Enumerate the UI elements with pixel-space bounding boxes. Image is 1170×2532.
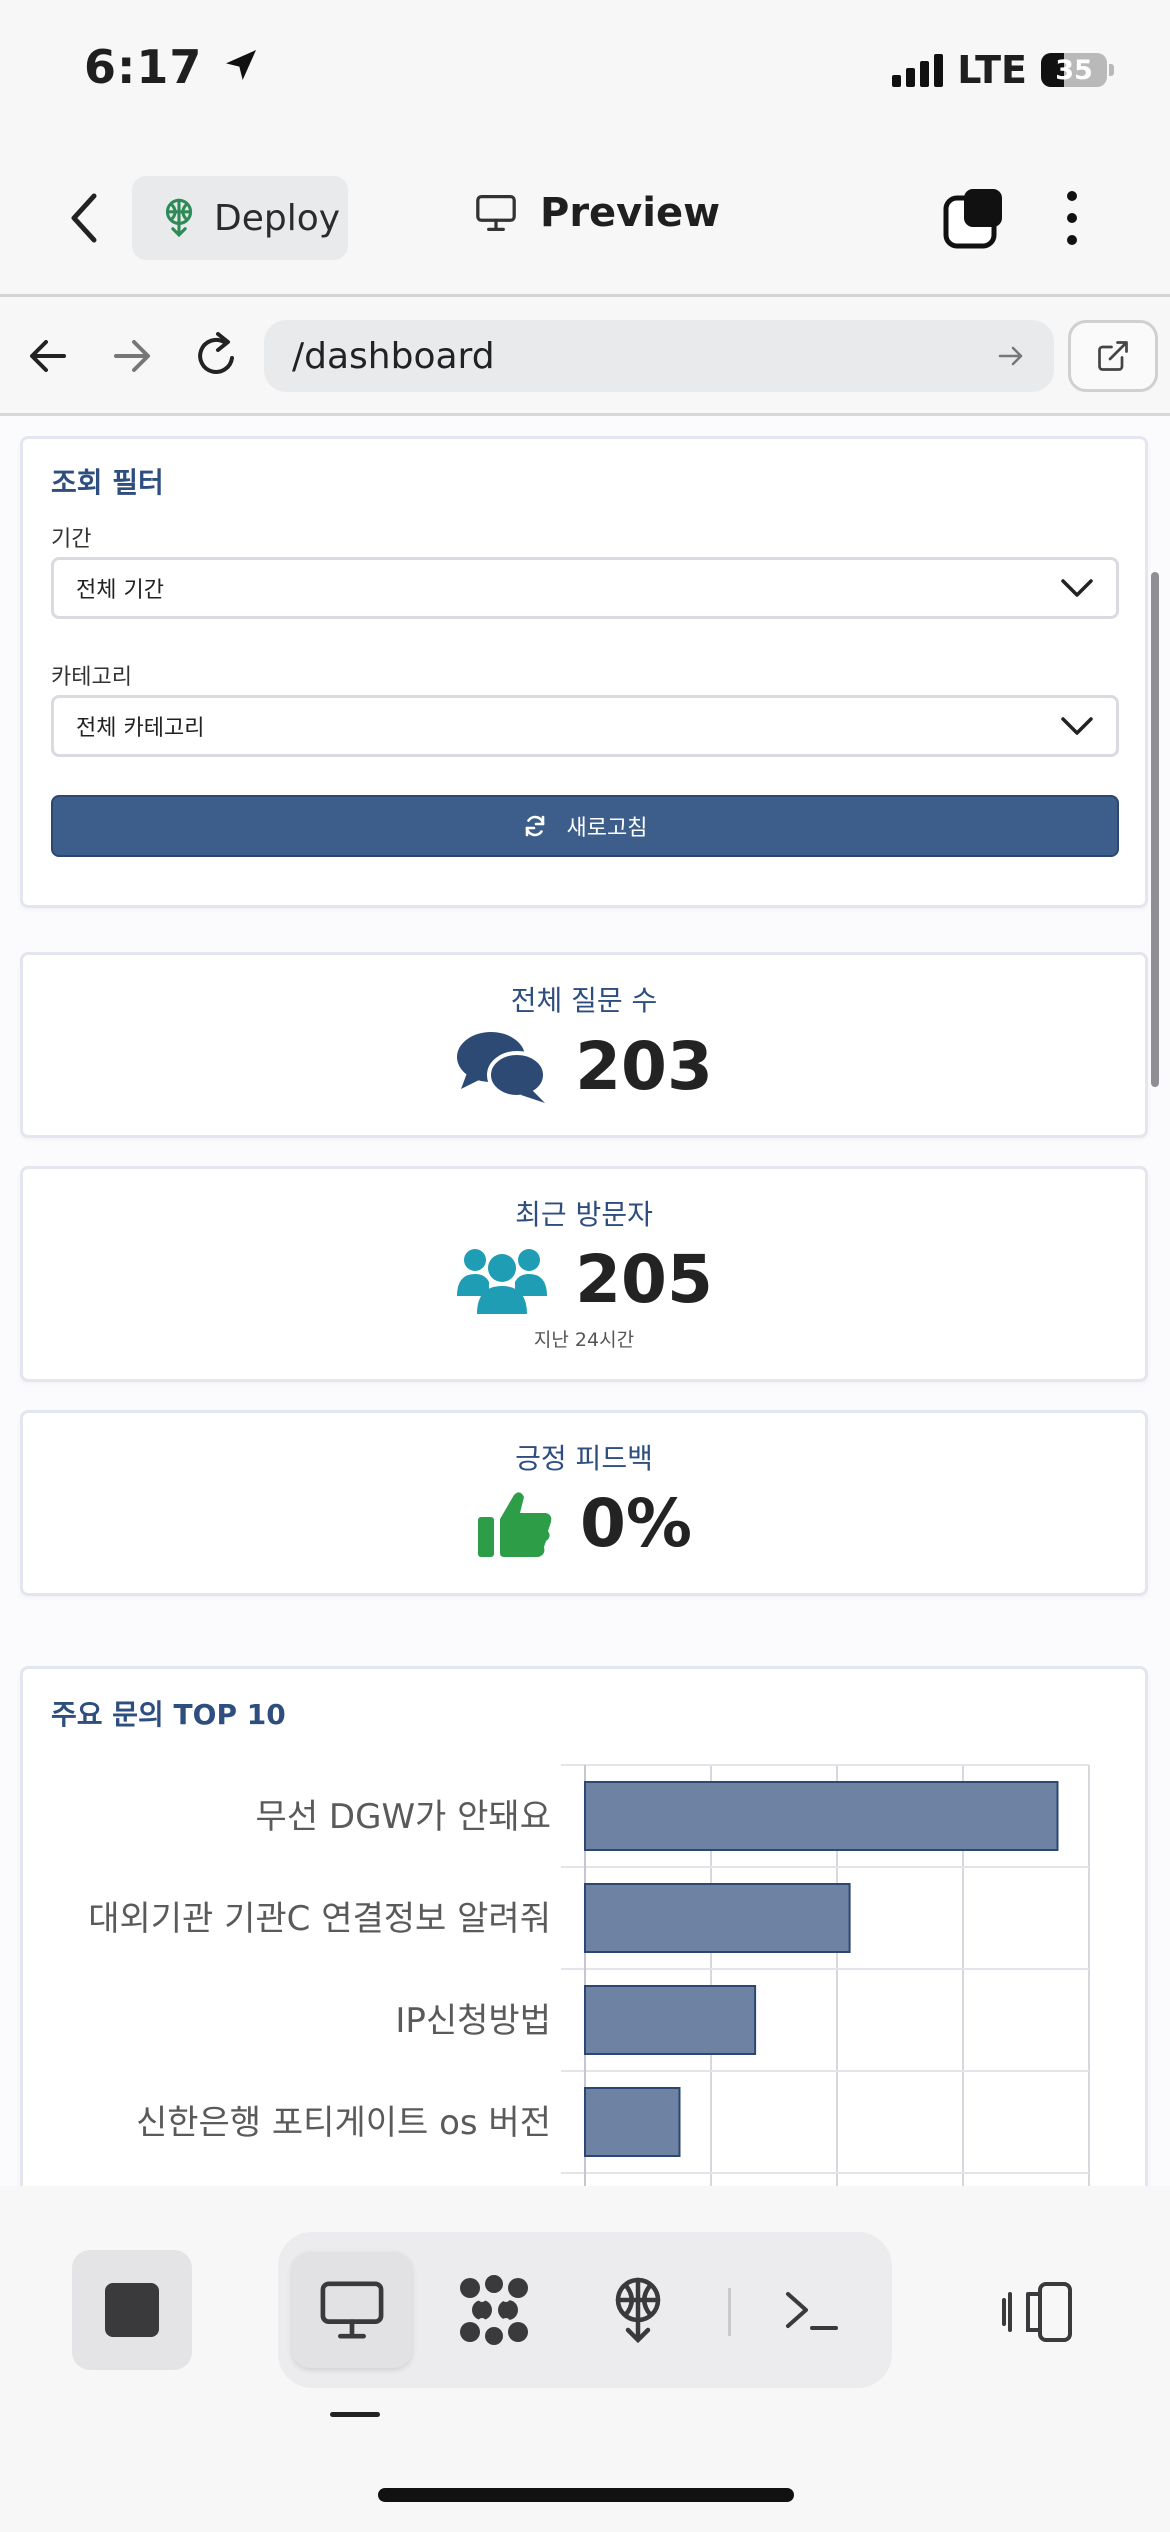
reload-button[interactable] — [192, 328, 242, 386]
period-value: 전체 기간 — [76, 578, 164, 603]
status-indicators: LTE 35 — [892, 48, 1114, 92]
battery-icon: 35 — [1041, 53, 1114, 87]
browser-forward-button[interactable] — [110, 332, 154, 384]
active-mode-indicator — [330, 2412, 380, 2417]
sync-icon — [525, 815, 544, 837]
preview-title[interactable]: Preview — [474, 190, 720, 236]
clock-text: 6:17 — [84, 40, 203, 94]
location-arrow-icon — [226, 50, 257, 80]
chart-bar — [584, 2087, 681, 2157]
device-layout-button[interactable] — [1000, 2280, 1080, 2344]
stat-row: 205 — [23, 1241, 1145, 1318]
stat-value: 205 — [575, 1241, 713, 1318]
chart-card: 주요 문의 TOP 10 무선 DGW가 안돼요 대외기관 기관C 연결정보 알려… — [20, 1666, 1148, 2186]
period-select[interactable]: 전체 기간 — [51, 557, 1119, 619]
divider — [728, 2288, 731, 2336]
stat-card-visitors: 최근 방문자 205 지난 24시간 — [20, 1166, 1148, 1382]
filter-card: 조회 필터 기간 전체 기간 카테고리 전체 카테고리 새로고침 — [20, 436, 1148, 908]
stat-label: 최근 방문자 — [515, 1198, 653, 1231]
signal-icon — [892, 53, 944, 87]
stop-button[interactable] — [72, 2250, 192, 2370]
chart-bar — [584, 1883, 851, 1953]
battery-level: 35 — [1055, 54, 1093, 86]
device-icon — [1002, 2282, 1072, 2342]
chart-bar — [584, 1781, 1059, 1851]
refresh-button[interactable]: 새로고침 — [51, 795, 1119, 857]
category-label: 무선 DGW가 안돼요 — [256, 1797, 551, 1837]
category-label: IP신청방법 — [395, 2001, 551, 2041]
go-arrow-icon[interactable] — [996, 341, 1026, 371]
chart-bar — [584, 1985, 757, 2055]
reload-icon — [198, 332, 234, 374]
monitor-icon — [476, 194, 516, 231]
tabs-icon — [943, 189, 1002, 249]
stat-card-questions: 전체 질문 수 203 — [20, 952, 1148, 1138]
agents-icon — [460, 2275, 528, 2345]
preview-label: Preview — [540, 190, 721, 236]
back-button[interactable] — [64, 190, 104, 246]
scrollbar[interactable] — [1151, 572, 1159, 1087]
deploy-icon — [615, 2277, 661, 2344]
chevron-down-icon — [1061, 579, 1093, 597]
browser-back-button[interactable] — [26, 332, 70, 384]
filter-title: 조회 필터 — [51, 466, 164, 499]
users-icon — [457, 1248, 548, 1314]
stop-icon — [105, 2283, 159, 2337]
deploy-label: Deploy — [214, 197, 341, 239]
thumbs-up-icon — [477, 1491, 552, 1557]
open-external-button[interactable] — [1068, 320, 1158, 392]
mode-switcher — [278, 2232, 892, 2388]
category-select[interactable]: 전체 카테고리 — [51, 695, 1119, 757]
terminal-mode-button[interactable] — [752, 2252, 872, 2368]
more-vertical-icon — [1067, 191, 1077, 245]
more-options-button[interactable] — [1060, 186, 1084, 250]
category-value: 전체 카테고리 — [76, 716, 205, 741]
divider — [0, 294, 1170, 297]
stat-label: 전체 질문 수 — [510, 984, 658, 1017]
network-label: LTE — [957, 48, 1027, 92]
preview-mode-button[interactable] — [292, 2252, 412, 2368]
status-time: 6:17 — [84, 40, 261, 94]
stat-value: 203 — [575, 1027, 713, 1105]
url-input[interactable]: /dashboard — [264, 320, 1054, 392]
monitor-icon — [320, 2281, 384, 2339]
stat-subtext: 지난 24시간 — [533, 1329, 635, 1351]
period-label: 기간 — [51, 527, 92, 552]
stat-label: 긍정 피드백 — [515, 1442, 653, 1475]
refresh-label: 새로고침 — [566, 816, 648, 841]
home-indicator[interactable] — [378, 2488, 794, 2502]
web-preview: 조회 필터 기간 전체 기간 카테고리 전체 카테고리 새로고침 전체 질문 수… — [0, 416, 1170, 2186]
deploy-icon — [165, 198, 193, 238]
deploy-mode-button[interactable] — [578, 2252, 698, 2368]
stat-row: 203 — [23, 1027, 1145, 1105]
chevron-left-icon — [71, 193, 97, 243]
agents-mode-button[interactable] — [434, 2252, 554, 2368]
category-label: 카테고리 — [51, 665, 132, 690]
terminal-icon — [786, 2292, 838, 2330]
stat-row: 0% — [23, 1485, 1145, 1562]
category-label: 신한은행 포티게이트 os 버전 — [136, 2103, 551, 2143]
stat-value: 0% — [579, 1485, 693, 1562]
chevron-down-icon — [1061, 717, 1093, 735]
deploy-button[interactable]: Deploy — [132, 176, 348, 260]
bar-chart: 무선 DGW가 안돼요대외기관 기관C 연결정보 알려줘 IP신청방법신한은행 포… — [88, 1764, 1090, 2186]
arrow-left-icon — [30, 340, 66, 372]
external-link-icon — [1098, 341, 1128, 371]
tabs-button[interactable] — [942, 186, 1006, 250]
url-text: /dashboard — [292, 335, 495, 377]
comments-icon — [457, 1032, 548, 1103]
arrow-right-icon — [114, 340, 150, 372]
stat-card-feedback: 긍정 피드백 0% — [20, 1410, 1148, 1596]
category-label: 대외기관 기관C 연결정보 알려줘 — [88, 1899, 551, 1939]
